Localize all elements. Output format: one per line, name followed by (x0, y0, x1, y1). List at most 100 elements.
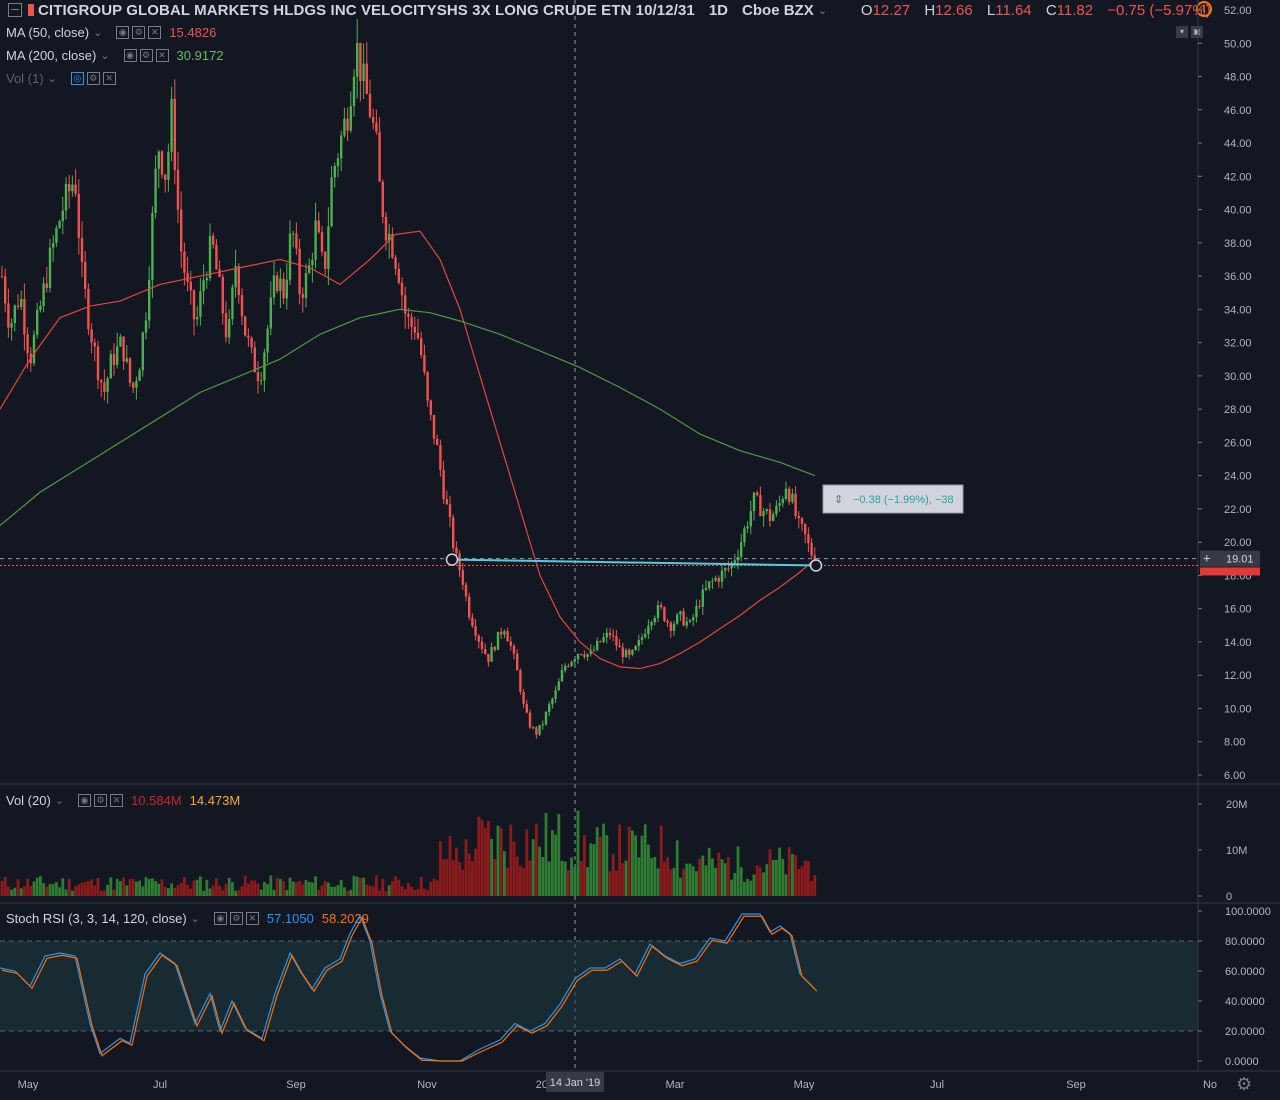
candle-body (506, 631, 509, 642)
candle-body (765, 509, 768, 512)
candle-body (400, 282, 404, 296)
volume-bar (368, 885, 372, 896)
volume-bar (458, 862, 461, 896)
volume-bar (743, 881, 746, 896)
volume-bar (663, 861, 666, 896)
volume-bar (419, 876, 423, 896)
volume-bar (183, 877, 186, 896)
candle-body (810, 543, 813, 556)
volume-bar (656, 868, 660, 896)
candle-body (416, 332, 420, 339)
x-tick-label: Mar (666, 1079, 685, 1091)
volume-bar (151, 878, 154, 896)
candle-body (429, 400, 432, 415)
volume-bar (253, 880, 257, 896)
volume-bar (250, 880, 253, 896)
candle-body (167, 151, 170, 180)
candle-body (532, 727, 535, 729)
volume-bar (0, 880, 4, 896)
volume-bar (551, 830, 554, 896)
volume-bar (346, 890, 349, 896)
y-tick-label: 26.00 (1224, 437, 1252, 449)
candle-body (599, 640, 602, 642)
candle-body (269, 297, 272, 329)
volume-bar (794, 855, 797, 896)
volume-bar (426, 890, 429, 896)
candle-body (157, 151, 160, 169)
volume-bar (659, 825, 663, 896)
candle-body (109, 354, 112, 379)
volume-bar (211, 885, 215, 896)
volume-bar (154, 881, 157, 896)
volume-bar (538, 846, 541, 896)
candle-body (212, 235, 215, 245)
candle-body (685, 621, 688, 626)
candle-body (621, 647, 624, 658)
candle-body (352, 76, 356, 107)
volume-bar (279, 879, 282, 896)
volume-bar (307, 881, 311, 896)
candle-body (42, 283, 45, 307)
volume-bar (147, 879, 151, 896)
candle-body (551, 698, 554, 705)
candle-body (596, 640, 599, 650)
y-tick-label: 28.00 (1224, 404, 1252, 416)
volume-bar (595, 827, 599, 896)
candle-body (7, 303, 10, 328)
volume-bar (653, 856, 657, 896)
volume-bar (493, 859, 497, 896)
candle-body (298, 248, 301, 295)
volume-bar (67, 878, 71, 896)
volume-bar (339, 879, 343, 896)
volume-bar (685, 863, 689, 896)
candle-body (288, 233, 292, 280)
volume-bar (647, 844, 650, 896)
candle-body (576, 654, 580, 660)
volume-bar (269, 875, 273, 896)
candle-body (445, 499, 448, 505)
candle-body (708, 581, 711, 588)
candle-body (656, 605, 660, 618)
volume-bar (103, 890, 106, 896)
candle-body (672, 623, 676, 631)
candle-body (327, 226, 330, 269)
candle-body (74, 184, 77, 194)
candle-body (525, 704, 528, 713)
volume-bar (634, 835, 637, 896)
candle-body (503, 631, 506, 635)
chart-canvas[interactable]: 52.00 50.00 48.00 46.00 44.00 42.00 40.00 38.00… (0, 0, 1280, 1100)
candles (0, 19, 816, 739)
candle-body (93, 342, 96, 347)
volume-bar (298, 880, 301, 896)
candle-body (612, 635, 615, 637)
volume-bar (77, 884, 81, 896)
candle-body (644, 633, 647, 638)
candle-body (16, 305, 20, 307)
volume-bar (487, 821, 490, 896)
volume-bar (771, 860, 775, 896)
volume-bar (32, 881, 36, 896)
volume-bar (451, 859, 455, 896)
volume-bar (231, 882, 234, 896)
volume-bar (691, 866, 695, 896)
volume-bar (717, 852, 721, 896)
volume-bar (189, 888, 193, 896)
volume-bar (736, 846, 740, 896)
volume-bar (384, 891, 388, 896)
candle-body (221, 276, 224, 314)
y-tick-label: 50.00 (1224, 38, 1252, 50)
stoch-y-tick-label: 100.0000 (1225, 906, 1271, 918)
volume-bar (7, 886, 10, 896)
volume-bar (778, 847, 781, 896)
volume-bar (215, 878, 218, 896)
volume-bar (317, 890, 321, 896)
volume-bar (765, 864, 769, 896)
stoch-y-tick-label: 80.0000 (1225, 936, 1265, 948)
volume-bar (160, 879, 164, 896)
volume-bar (650, 858, 653, 896)
candle-body (500, 631, 503, 635)
candle-body (106, 378, 109, 392)
measure-line (451, 558, 817, 567)
volume-bar (96, 877, 100, 896)
candle-body (36, 309, 39, 335)
